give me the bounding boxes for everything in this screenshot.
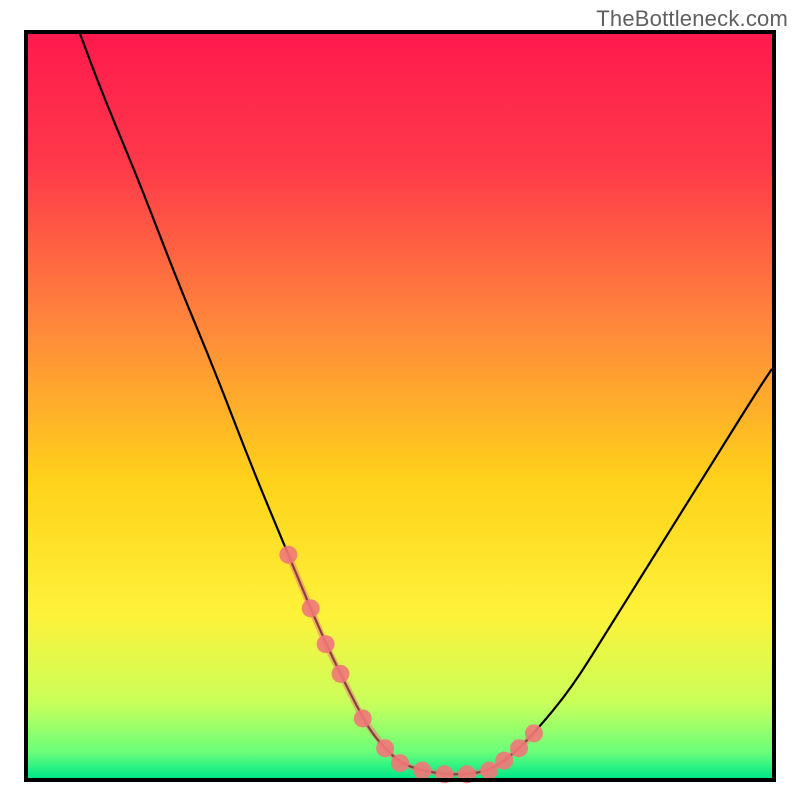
optimal-point — [413, 762, 431, 780]
optimal-point — [354, 709, 372, 727]
optimal-point — [331, 665, 349, 683]
optimal-point — [302, 599, 320, 617]
chart-canvas — [0, 0, 800, 800]
bottleneck-chart: TheBottleneck.com — [0, 0, 800, 800]
optimal-point — [279, 546, 297, 564]
optimal-point — [480, 762, 498, 780]
optimal-point — [525, 724, 543, 742]
gradient-background — [28, 34, 772, 778]
optimal-point — [391, 754, 409, 772]
optimal-point — [510, 739, 528, 757]
optimal-point — [376, 739, 394, 757]
optimal-point — [495, 752, 513, 770]
watermark-text: TheBottleneck.com — [596, 6, 788, 32]
optimal-point — [317, 635, 335, 653]
